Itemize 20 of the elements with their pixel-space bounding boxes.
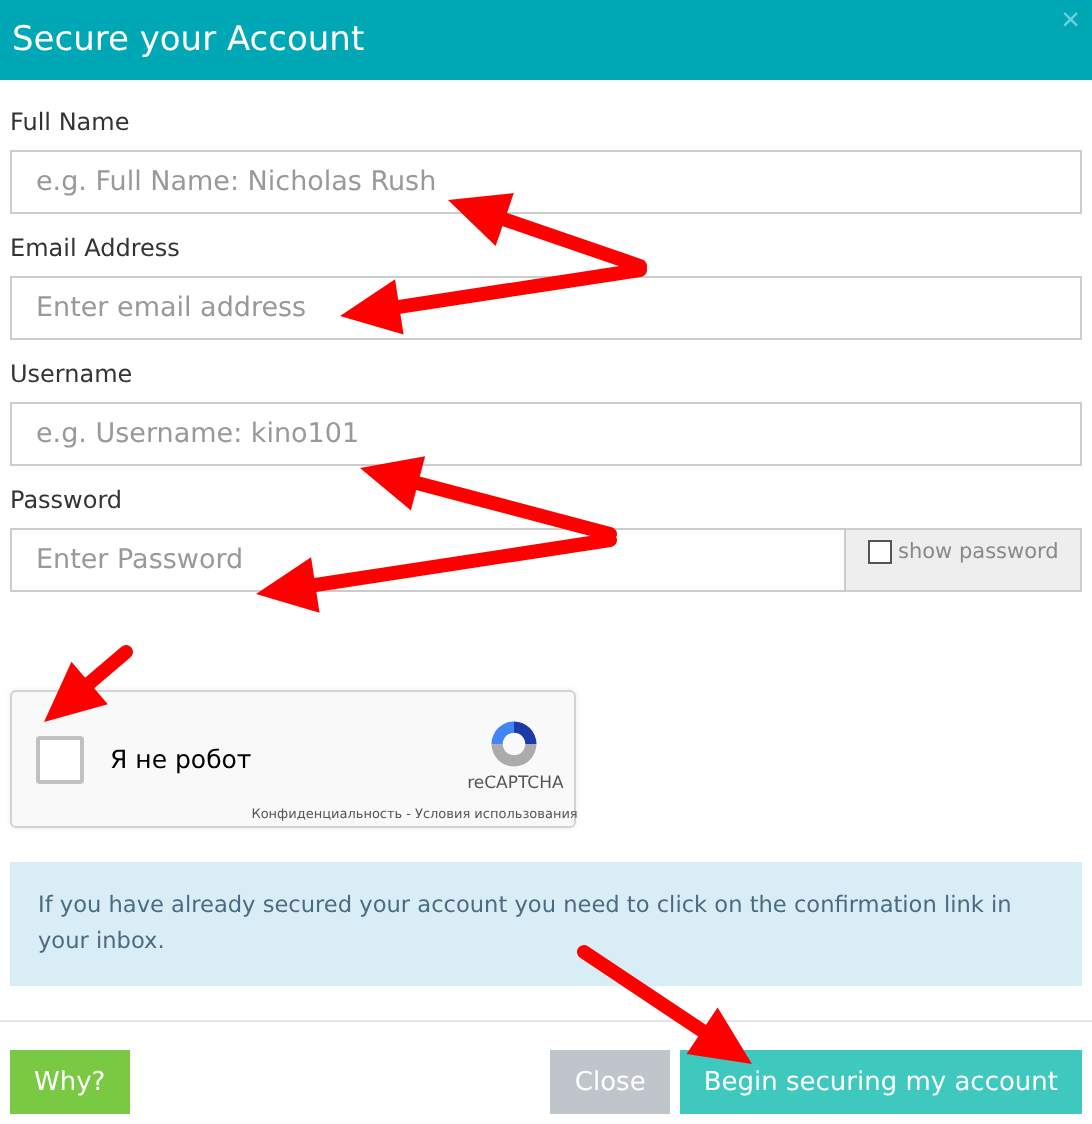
captcha-checkbox[interactable] [36, 735, 84, 783]
captcha-brand: reCAPTCHA [467, 773, 564, 793]
close-button[interactable]: Close [550, 1050, 670, 1114]
input-field[interactable]: Enter email address [10, 276, 1082, 340]
input-field[interactable]: e.g. Full Name: Nicholas Rush [10, 150, 1082, 214]
captcha-label: Я не робот [110, 744, 252, 774]
why-button[interactable]: Why? [10, 1050, 130, 1114]
field-label: Email Address [10, 234, 182, 262]
field-label: Full Name [10, 108, 132, 136]
input-field[interactable]: e.g. Username: kino101 [10, 402, 1082, 466]
modal-title: Secure your Account [12, 20, 365, 60]
info-message: If you have already secured your account you need to click on the confirmation link in your inbox. [10, 862, 1082, 986]
submit-button[interactable]: Begin securing my account [679, 1050, 1082, 1114]
input-field[interactable]: Enter Password [10, 528, 846, 592]
close-button[interactable]: × [1061, 4, 1080, 40]
field-label: Username [10, 360, 135, 388]
checkbox[interactable] [868, 540, 892, 564]
annotation-arrow [44, 645, 133, 722]
field-label: Password [10, 486, 125, 514]
show-password-toggle[interactable]: show password [846, 528, 1082, 592]
